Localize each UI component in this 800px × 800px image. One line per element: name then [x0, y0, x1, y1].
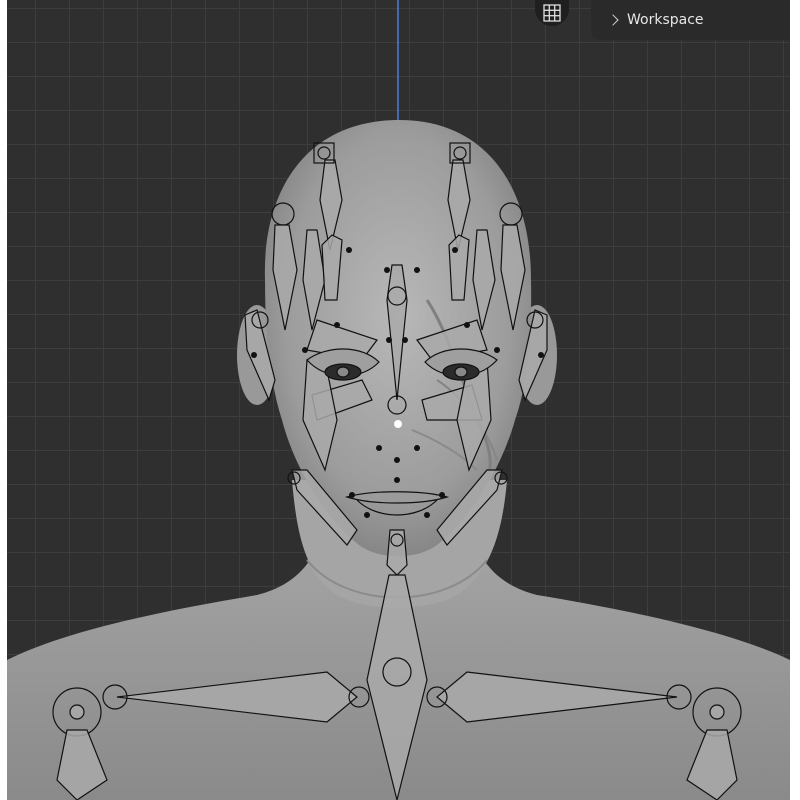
chevron-right-icon	[607, 14, 619, 26]
scene-canvas[interactable]	[7, 0, 790, 800]
origin-point	[394, 420, 402, 428]
workspace-panel-toggle[interactable]: Workspace	[591, 0, 790, 40]
grid-icon	[543, 4, 561, 22]
workspace-label: Workspace	[627, 12, 704, 28]
3d-viewport[interactable]: Workspace	[7, 0, 790, 800]
